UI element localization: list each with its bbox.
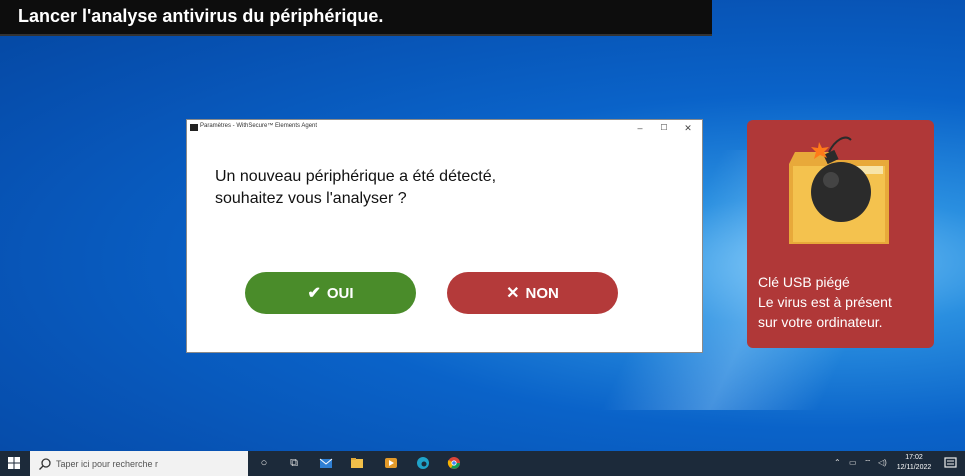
search-placeholder: Taper ici pour recherche r (56, 458, 159, 469)
file-explorer-icon[interactable] (350, 456, 364, 470)
dialog-title: Paramètres - WithSecure™ Elements Agent (200, 123, 318, 129)
card-line3: sur votre ordinateur. (758, 314, 883, 330)
taskbar: Taper ici pour recherche r ○ ⧉ ⌃ ▭ ⌔ ◁) … (0, 451, 965, 476)
app-icon (190, 124, 198, 131)
infected-usb-card: Clé USB piégé Le virus est à présent sur… (747, 120, 934, 348)
media-app-icon[interactable] (384, 456, 398, 470)
card-line1: Clé USB piégé (758, 274, 850, 290)
yes-button-label: OUI (326, 284, 354, 302)
minimize-button[interactable]: – (630, 122, 650, 134)
cross-icon: ✕ (506, 285, 520, 302)
dialog-titlebar[interactable]: Paramètres - WithSecure™ Elements Agent … (187, 120, 702, 136)
clock-time: 17:02 (905, 454, 923, 461)
settings-dialog: Paramètres - WithSecure™ Elements Agent … (187, 120, 702, 352)
task-view-icon[interactable]: ⧉ (287, 456, 301, 470)
maximize-button[interactable]: ☐ (654, 122, 674, 134)
banner-title: Lancer l'analyse antivirus du périphériq… (18, 6, 384, 26)
dialog-question-line1: Un nouveau périphérique a été détecté, (215, 168, 497, 185)
card-text: Clé USB piégé Le virus est à présent sur… (758, 272, 892, 332)
check-icon: ✔ (307, 285, 321, 302)
chevron-up-icon[interactable]: ⌃ (834, 458, 841, 467)
network-icon[interactable]: ⌔ (864, 458, 872, 468)
taskbar-clock[interactable]: 17:02 12/11/2022 (888, 453, 940, 473)
no-button[interactable]: ✕ NON (447, 272, 618, 314)
mail-icon[interactable] (319, 456, 333, 470)
windows-start-icon[interactable] (8, 457, 20, 469)
clock-date: 12/11/2022 (896, 464, 932, 471)
cortana-icon[interactable]: ○ (257, 456, 271, 470)
battery-icon[interactable]: ▭ (849, 458, 857, 467)
volume-icon[interactable]: ◁) (878, 458, 887, 467)
notification-icon[interactable] (944, 456, 958, 470)
instruction-banner: Lancer l'analyse antivirus du périphériq… (0, 0, 712, 36)
search-icon (39, 457, 51, 470)
no-button-label: NON (525, 284, 559, 302)
card-line2: Le virus est à présent (758, 294, 892, 310)
bomb-folder-icon (789, 136, 889, 244)
yes-button[interactable]: ✔ OUI (245, 272, 416, 314)
taskbar-search-box[interactable]: Taper ici pour recherche r (30, 451, 248, 476)
close-button[interactable]: ✕ (678, 122, 698, 134)
edge-browser-icon[interactable] (416, 456, 430, 470)
chrome-browser-icon[interactable] (447, 456, 461, 470)
dialog-question-line2: souhaitez vous l'analyser ? (215, 190, 407, 207)
